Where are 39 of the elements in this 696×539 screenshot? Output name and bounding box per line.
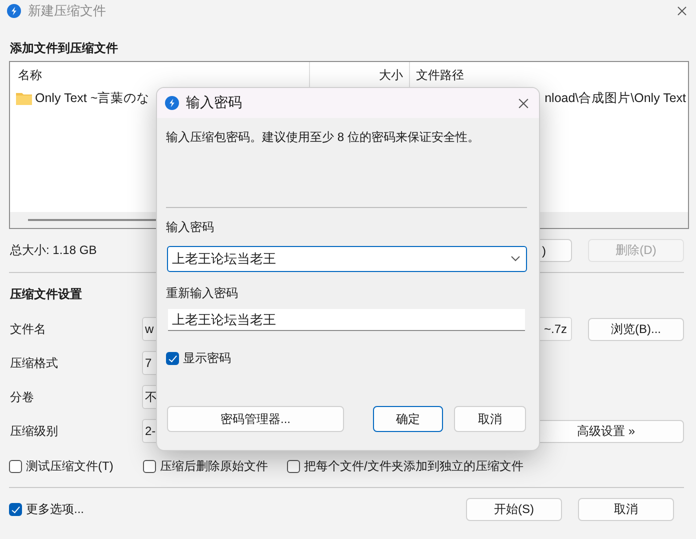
password-manager-button[interactable]: 密码管理器... bbox=[167, 406, 344, 432]
checkbox[interactable] bbox=[9, 503, 22, 516]
checkbox-label: 更多选项... bbox=[26, 501, 84, 518]
checkbox[interactable] bbox=[143, 460, 156, 472]
field-label: 文件名 bbox=[10, 320, 47, 338]
section-heading: 压缩文件设置 bbox=[10, 286, 82, 303]
cancel-button[interactable]: 取消 bbox=[454, 406, 526, 432]
cancel-button[interactable]: 取消 bbox=[578, 498, 674, 521]
checkbox-label: 把每个文件/文件夹添加到独立的压缩文件 bbox=[304, 458, 524, 474]
field-label: 输入密码 bbox=[166, 219, 215, 235]
folder-icon bbox=[16, 92, 32, 104]
field-label: 压缩级别 bbox=[10, 422, 59, 440]
checkbox[interactable] bbox=[9, 460, 22, 472]
checkbox-label: 显示密码 bbox=[183, 350, 231, 366]
description: 输入压缩包密码。建议使用至少 8 位的密码来保证安全性。 bbox=[166, 129, 480, 145]
file-name[interactable]: Only Text ~言葉のな bbox=[35, 90, 150, 106]
total-size: 总大小: 1.18 GB bbox=[10, 242, 97, 259]
checkbox-label: 压缩后删除原始文件 bbox=[160, 458, 268, 474]
start-button[interactable]: 开始(S) bbox=[466, 498, 562, 521]
close-icon[interactable] bbox=[518, 98, 529, 108]
checkbox[interactable] bbox=[166, 352, 179, 364]
column-header[interactable]: 文件路径 bbox=[410, 62, 464, 88]
chevron-icon[interactable] bbox=[511, 256, 520, 262]
window-title: 新建压缩文件 bbox=[28, 2, 106, 20]
section-heading: 添加文件到压缩文件 bbox=[10, 40, 118, 57]
app-icon bbox=[165, 96, 179, 110]
password-field[interactable]: 上老王论坛当老王 bbox=[167, 246, 527, 272]
field-label: 重新输入密码 bbox=[166, 285, 239, 301]
checkbox-label: 测试压缩文件(T) bbox=[26, 458, 114, 474]
field-label: 压缩格式 bbox=[10, 354, 59, 372]
checkbox[interactable] bbox=[287, 460, 300, 472]
app-icon bbox=[7, 4, 21, 18]
ok-button[interactable]: 确定 bbox=[373, 406, 443, 432]
close-icon[interactable] bbox=[677, 6, 687, 16]
browse-button[interactable]: 浏览(B)... bbox=[588, 318, 684, 340]
password-field[interactable]: 上老王论坛当老王 bbox=[168, 309, 525, 331]
file-path: nload\合成图片\Only Text bbox=[544, 90, 686, 106]
field-label: 分卷 bbox=[10, 388, 35, 406]
dialog-title: 输入密码 bbox=[186, 94, 242, 112]
